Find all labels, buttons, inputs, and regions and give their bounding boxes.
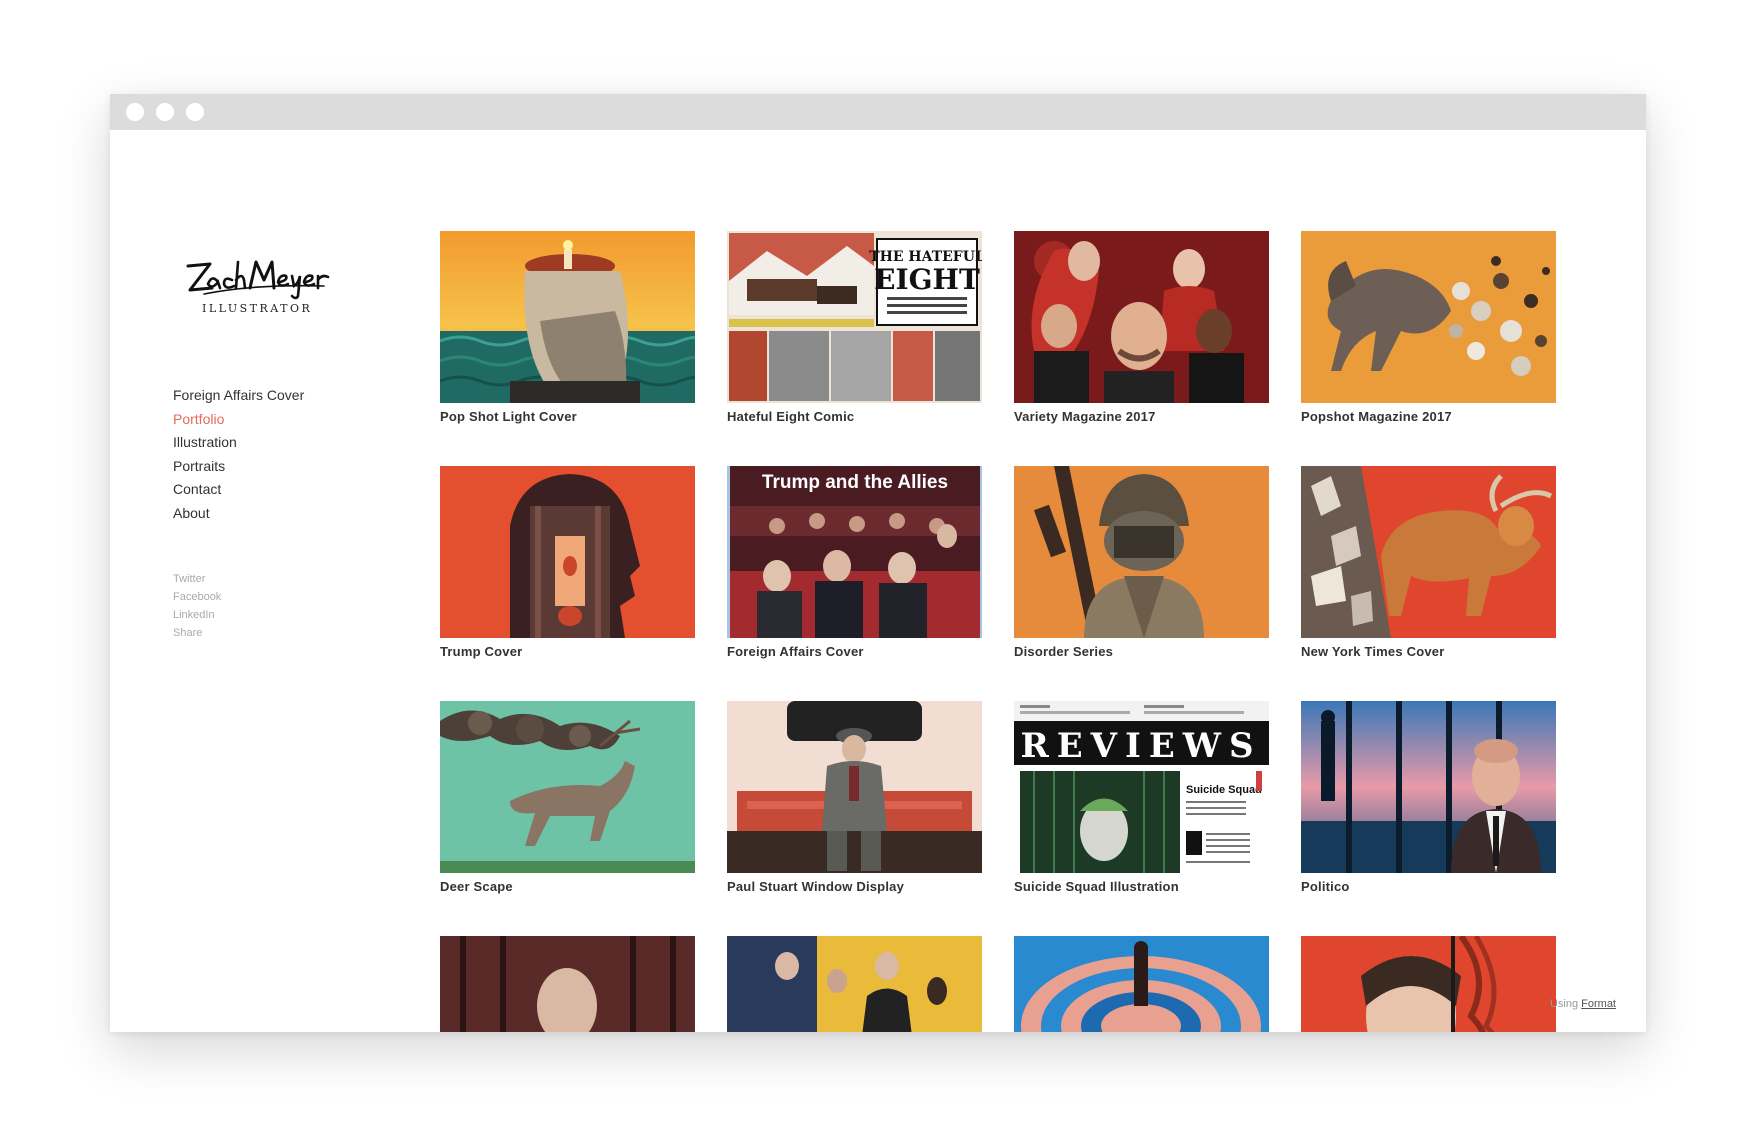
portfolio-thumbnail[interactable] <box>727 701 982 873</box>
social-link-twitter[interactable]: Twitter <box>173 570 221 588</box>
portfolio-thumbnail[interactable] <box>1014 231 1269 403</box>
portfolio-thumbnail[interactable] <box>1301 466 1556 638</box>
portfolio-caption[interactable]: Deer Scape <box>440 879 695 894</box>
site-logo[interactable]: ILLUSTRATOR <box>184 254 334 324</box>
portfolio-card[interactable]: New York Times Cover <box>1301 466 1556 659</box>
portfolio-thumbnail[interactable] <box>440 231 695 403</box>
portfolio-card[interactable]: Trump Cover <box>440 466 695 659</box>
portfolio-card[interactable] <box>1014 936 1269 1032</box>
portfolio-caption[interactable]: Popshot Magazine 2017 <box>1301 409 1556 424</box>
portfolio-card[interactable] <box>1301 936 1556 1032</box>
portfolio-card[interactable]: THE HATEFUL EIGHT Hateful Eight Comic <box>727 231 982 424</box>
window-titlebar <box>110 94 1646 130</box>
svg-text:Suicide Squad: Suicide Squad <box>1186 784 1262 796</box>
portfolio-caption[interactable]: Paul Stuart Window Display <box>727 879 982 894</box>
svg-text:EIGHT: EIGHT <box>874 263 980 296</box>
social-link-linkedin[interactable]: LinkedIn <box>173 606 221 624</box>
svg-text:Trump and the Allies: Trump and the Allies <box>762 472 948 493</box>
portfolio-thumbnail[interactable] <box>1014 936 1269 1032</box>
portfolio-caption[interactable]: New York Times Cover <box>1301 644 1556 659</box>
portfolio-card[interactable]: Paul Stuart Window Display <box>727 701 982 894</box>
portfolio-card[interactable]: Pop Shot Light Cover <box>440 231 695 424</box>
portfolio-caption[interactable]: Variety Magazine 2017 <box>1014 409 1269 424</box>
portfolio-card[interactable] <box>727 936 982 1032</box>
format-link[interactable]: Format <box>1581 998 1616 1010</box>
window-maximize-dot[interactable] <box>186 103 204 121</box>
portfolio-card[interactable]: Popshot Magazine 2017 <box>1301 231 1556 424</box>
format-credit-prefix: Using <box>1549 998 1579 1010</box>
portfolio-caption[interactable]: Hateful Eight Comic <box>727 409 982 424</box>
page: ILLUSTRATOR Foreign Affairs Cover Portfo… <box>0 0 1755 1148</box>
portfolio-thumbnail[interactable] <box>1301 231 1556 403</box>
portfolio-card[interactable]: Disorder Series <box>1014 466 1269 659</box>
portfolio-caption[interactable]: Foreign Affairs Cover <box>727 644 982 659</box>
nav-item-portraits[interactable]: Portraits <box>173 455 304 479</box>
portfolio-card[interactable]: Variety Magazine 2017 <box>1014 231 1269 424</box>
logo-subtitle: ILLUSTRATOR <box>202 302 313 315</box>
portfolio-card[interactable]: Deer Scape <box>440 701 695 894</box>
nav-item-portfolio[interactable]: Portfolio <box>173 408 304 432</box>
website-content: ILLUSTRATOR Foreign Affairs Cover Portfo… <box>110 130 1646 1032</box>
portfolio-thumbnail[interactable] <box>440 936 695 1032</box>
portfolio-caption[interactable]: Pop Shot Light Cover <box>440 409 695 424</box>
portfolio-thumbnail[interactable]: THE HATEFUL EIGHT <box>727 231 982 403</box>
social-links: Twitter Facebook LinkedIn Share <box>173 570 221 642</box>
social-link-facebook[interactable]: Facebook <box>173 588 221 606</box>
portfolio-thumbnail[interactable]: REVIEWS Suicide Squad <box>1014 701 1269 873</box>
portfolio-caption[interactable]: Suicide Squad Illustration <box>1014 879 1269 894</box>
nav-item-foreign-affairs-cover[interactable]: Foreign Affairs Cover <box>173 384 304 408</box>
format-credit: Using Format <box>1550 998 1616 1010</box>
portfolio-card[interactable]: Trump and the Allies Foreign Affairs Cov… <box>727 466 982 659</box>
portfolio-thumbnail[interactable] <box>1014 466 1269 638</box>
portfolio-caption[interactable]: Politico <box>1301 879 1556 894</box>
portfolio-thumbnail[interactable] <box>1301 701 1556 873</box>
portfolio-thumbnail[interactable] <box>1301 936 1556 1032</box>
nav-item-contact[interactable]: Contact <box>173 478 304 502</box>
portfolio-thumbnail[interactable] <box>727 936 982 1032</box>
portfolio-thumbnail[interactable]: Trump and the Allies <box>727 466 982 638</box>
nav-item-about[interactable]: About <box>173 502 304 526</box>
svg-text:REVIEWS: REVIEWS <box>1020 726 1261 766</box>
window-close-dot[interactable] <box>126 103 144 121</box>
portfolio-thumbnail[interactable] <box>440 466 695 638</box>
portfolio-caption[interactable]: Trump Cover <box>440 644 695 659</box>
social-link-share[interactable]: Share <box>173 624 221 642</box>
main-nav: Foreign Affairs Cover Portfolio Illustra… <box>173 384 304 525</box>
portfolio-card[interactable] <box>440 936 695 1032</box>
browser-window: ILLUSTRATOR Foreign Affairs Cover Portfo… <box>110 94 1646 1032</box>
portfolio-thumbnail[interactable] <box>440 701 695 873</box>
nav-item-illustration[interactable]: Illustration <box>173 431 304 455</box>
portfolio-caption[interactable]: Disorder Series <box>1014 644 1269 659</box>
portfolio-card[interactable]: REVIEWS Suicide Squad Suicide Squad Illu… <box>1014 701 1269 894</box>
logo-signature-image <box>186 260 330 300</box>
portfolio-card[interactable]: Politico <box>1301 701 1556 894</box>
window-minimize-dot[interactable] <box>156 103 174 121</box>
